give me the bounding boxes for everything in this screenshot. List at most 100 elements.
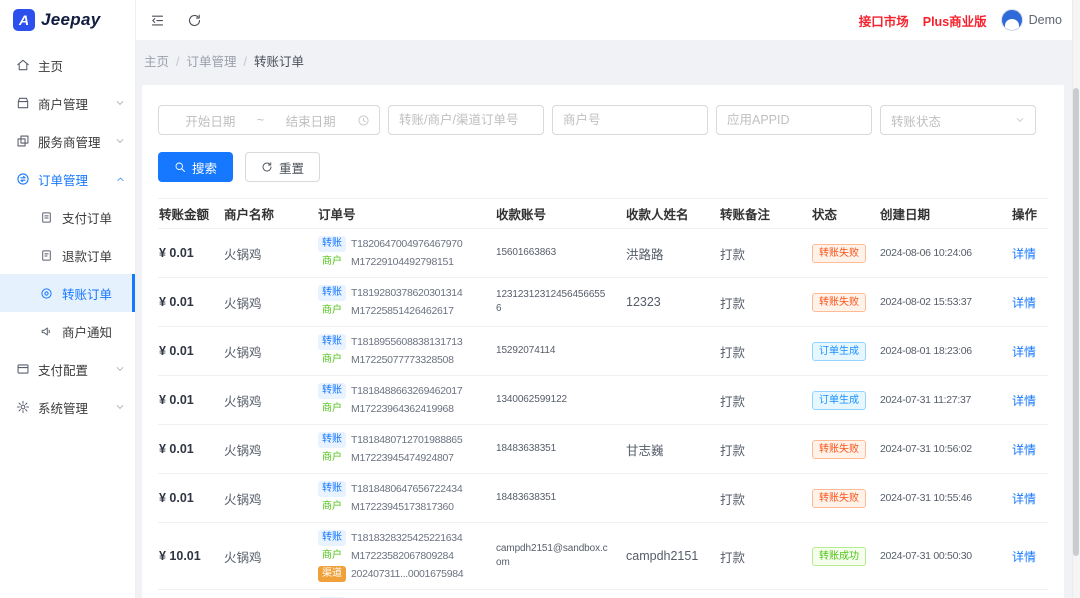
order-line: 商户M17223945474924807 [318, 450, 480, 466]
sidebar-item-pay-config[interactable]: 支付配置 [0, 350, 135, 388]
order-number: M17223945173817360 [351, 501, 454, 513]
status-badge-success: 转账成功 [812, 547, 866, 566]
scrollbar-thumb[interactable] [1073, 88, 1079, 556]
mch-no-input[interactable] [552, 105, 708, 135]
order-tag-mch: 商户 [318, 450, 346, 466]
table-body: ¥ 0.01火锅鸡转账T1820647004976467970商户M172291… [158, 229, 1048, 598]
status-cell: 订单生成 [804, 376, 872, 425]
payee-name-cell: 洪路路 [618, 229, 712, 278]
order-no-cell: 转账T1818328325425221634商户M172235820678092… [310, 523, 488, 590]
created-date-cell: 2024-07-31 00:50:30 [872, 523, 1004, 590]
order-no-input[interactable] [388, 105, 544, 135]
order-line: 转账T1819280378620301314 [318, 285, 480, 301]
user-menu[interactable]: Demo [1001, 9, 1062, 31]
sidebar-item-transfer-order[interactable]: 转账订单 [0, 274, 135, 312]
detail-link[interactable]: 详情 [1012, 550, 1036, 564]
remark-cell: 打款 [712, 474, 804, 523]
detail-link[interactable]: 详情 [1012, 345, 1036, 359]
order-tag-transfer: 转账 [318, 432, 346, 448]
chevron-down-icon [1015, 115, 1025, 125]
sidebar-item-merchant-mgmt[interactable]: 商户管理 [0, 84, 135, 122]
order-tag-channel: 渠道 [318, 566, 346, 582]
gear-icon [15, 400, 30, 415]
payee-account-cell: 15292074114 [488, 327, 618, 376]
detail-link[interactable]: 详情 [1012, 247, 1036, 261]
content-card: 开始日期 ~ 结束日期 转账状态 搜索 [142, 85, 1064, 598]
status-badge-created: 订单生成 [812, 342, 866, 361]
order-number: M17229104492798151 [351, 256, 454, 268]
sidebar-item-label: 系统管理 [38, 398, 88, 417]
action-cell: 详情 [1004, 376, 1048, 425]
amount-cell: ¥ 10.01 [158, 523, 216, 590]
remark-cell: 打款 [712, 376, 804, 425]
order-tag-transfer: 转账 [318, 383, 346, 399]
order-number: T1819280378620301314 [351, 287, 462, 299]
sidebar-item-sys-mgmt[interactable]: 系统管理 [0, 388, 135, 426]
merchant-name-cell: dpc [216, 590, 310, 598]
amount-cell: ¥ 0.01 [158, 425, 216, 474]
column-header-action: 操作 [1004, 199, 1048, 229]
order-line: 转账T1818488663269462017 [318, 383, 480, 399]
remark-cell: 打款 [712, 327, 804, 376]
breadcrumb-home[interactable]: 主页 [144, 55, 169, 69]
payee-name-cell: 12323 [618, 278, 712, 327]
sidebar-item-isv-mgmt[interactable]: 服务商管理 [0, 122, 135, 160]
merchant-name-cell: 火锅鸡 [216, 474, 310, 523]
reload-icon[interactable] [187, 13, 202, 28]
status-cell: 订单生成 [804, 327, 872, 376]
remark-cell: 打款 [712, 523, 804, 590]
payment-order-icon [39, 210, 54, 225]
action-cell: 详情 [1004, 474, 1048, 523]
amount-cell: ¥ 0.01 [158, 327, 216, 376]
detail-link[interactable]: 详情 [1012, 443, 1036, 457]
reset-button[interactable]: 重置 [245, 152, 320, 182]
amount-cell: ¥ 0.01 [158, 474, 216, 523]
breadcrumb-order-mgmt[interactable]: 订单管理 [187, 55, 237, 69]
sidebar: A Jeepay 主页商户管理服务商管理订单管理支付订单退款订单转账订单商户通知… [0, 0, 136, 598]
plus-edition-link[interactable]: Plus商业版 [923, 11, 987, 30]
sidebar-item-label: 退款订单 [62, 246, 112, 265]
sidebar-item-home[interactable]: 主页 [0, 46, 135, 84]
action-cell: 详情 [1004, 523, 1048, 590]
order-number: M17225851426462617 [351, 305, 454, 317]
order-no-cell: 转账 T1818480712701988865 商户M172239454749248… [310, 425, 488, 474]
appid-input[interactable] [716, 105, 872, 135]
order-number: T1818480712701988865 [351, 434, 462, 446]
transfer-state-select[interactable]: 转账状态 [880, 105, 1036, 135]
date-range-picker[interactable]: 开始日期 ~ 结束日期 [158, 105, 380, 135]
sidebar-item-order-mgmt[interactable]: 订单管理 [0, 160, 135, 198]
sidebar-item-label: 商户通知 [62, 322, 112, 341]
sidebar-item-mch-notify[interactable]: 商户通知 [0, 312, 135, 350]
payee-name-cell: 甘志巍 [618, 425, 712, 474]
search-button[interactable]: 搜索 [158, 152, 233, 182]
order-number: T1818480647656722434 [351, 483, 462, 495]
brand-name: Jeepay [41, 10, 100, 30]
status-badge-fail: 转账失败 [812, 440, 866, 459]
order-tag-transfer: 转账 [318, 481, 346, 497]
remark-cell: 打款 [712, 278, 804, 327]
payee-name-cell [618, 376, 712, 425]
api-market-link[interactable]: 接口市场 [859, 11, 909, 30]
detail-link[interactable]: 详情 [1012, 296, 1036, 310]
amount-cell: ¥ 0.01 [158, 376, 216, 425]
sidebar-item-refund-order[interactable]: 退款订单 [0, 236, 135, 274]
created-date-cell: 2024-07-29 19:32:14 [872, 590, 1004, 598]
order-line: 转账T1818328325425221634 [318, 530, 480, 546]
status-cell: 转账失败 [804, 425, 872, 474]
detail-link[interactable]: 详情 [1012, 394, 1036, 408]
transfer-state-placeholder: 转账状态 [891, 111, 941, 130]
sidebar-item-pay-order[interactable]: 支付订单 [0, 198, 135, 236]
status-cell: 转账失败 [804, 229, 872, 278]
detail-link[interactable]: 详情 [1012, 492, 1036, 506]
order-line: 转账 T1818480647656722434 [318, 481, 480, 497]
created-date-cell: 2024-07-31 10:55:46 [872, 474, 1004, 523]
sidebar-item-label: 转账订单 [62, 284, 112, 303]
chevron-up-icon [116, 175, 125, 184]
payee-account-cell: 18483638351 [488, 474, 618, 523]
brand-logo[interactable]: A Jeepay [0, 0, 135, 40]
order-number: T1818955608838131713 [351, 336, 462, 348]
pay-config-icon [15, 362, 30, 377]
menu-fold-icon[interactable] [150, 13, 165, 28]
scrollbar-track[interactable] [1072, 0, 1080, 598]
table-row: ¥ 0.01火锅鸡转账T1819280378620301314商户M172258… [158, 278, 1048, 327]
